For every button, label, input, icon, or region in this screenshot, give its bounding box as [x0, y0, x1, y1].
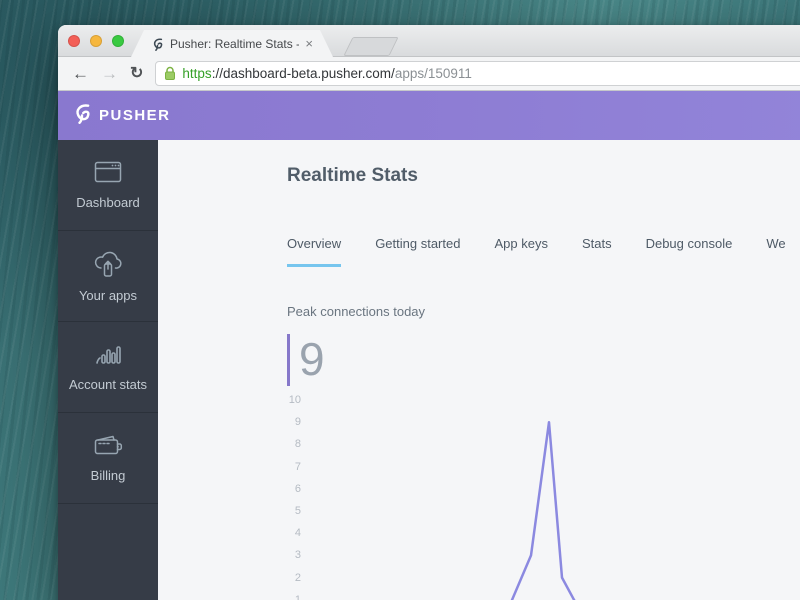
sidebar-item-account-stats[interactable]: Account stats — [58, 322, 158, 413]
close-window-button[interactable] — [68, 35, 80, 47]
pusher-logo-icon — [72, 102, 92, 129]
tab-debug-console[interactable]: Debug console — [646, 236, 733, 267]
y-tick-label: 8 — [295, 438, 301, 450]
browser-titlebar: Pusher: Realtime Stats - O × — [58, 25, 800, 57]
wallet-icon — [93, 433, 123, 457]
connections-chart: 10 9 8 7 6 5 4 3 2 1 — [287, 389, 800, 600]
y-tick-label: 3 — [295, 549, 301, 561]
accent-bar — [287, 334, 290, 386]
url-path: apps/150911 — [395, 66, 472, 81]
reload-button[interactable]: ↻ — [130, 66, 143, 82]
sidebar-item-billing[interactable]: Billing — [58, 413, 158, 504]
zoom-window-button[interactable] — [112, 35, 124, 47]
y-tick-label: 6 — [295, 483, 301, 495]
sidebar-item-label: Billing — [91, 468, 126, 483]
page-tabs: Overview Getting started App keys Stats … — [287, 236, 800, 267]
brand-name: PUSHER — [99, 107, 171, 124]
cloud-upload-icon — [92, 249, 124, 277]
y-tick-label: 5 — [295, 505, 301, 517]
url-domain: ://dashboard-beta.pusher.com/ — [212, 66, 395, 81]
address-bar[interactable]: https://dashboard-beta.pusher.com/apps/1… — [155, 61, 800, 86]
sidebar-item-dashboard[interactable]: Dashboard — [58, 140, 158, 231]
tab-webhooks-truncated[interactable]: We — [766, 236, 785, 267]
peak-connections-stat: 9 — [287, 334, 800, 386]
browser-tab[interactable]: Pusher: Realtime Stats - O × — [131, 30, 333, 57]
tab-overview[interactable]: Overview — [287, 236, 341, 267]
sidebar: Dashboard Your apps — [58, 140, 158, 600]
y-tick-label: 2 — [295, 572, 301, 584]
pusher-favicon-icon — [151, 37, 164, 51]
sidebar-item-label: Account stats — [69, 377, 147, 392]
y-tick-label: 10 — [289, 394, 301, 406]
tab-title: Pusher: Realtime Stats - O — [170, 37, 299, 51]
page-title: Realtime Stats — [287, 166, 800, 186]
url-scheme: https — [182, 66, 211, 81]
y-tick-label: 7 — [295, 461, 301, 473]
app-header: PUSHER — [58, 91, 800, 140]
back-button[interactable]: ← — [72, 65, 89, 82]
tab-app-keys[interactable]: App keys — [494, 236, 547, 267]
browser-toolbar: ← → ↻ https://dashboard-beta.pusher.com/… — [58, 57, 800, 91]
chart-y-axis: 10 9 8 7 6 5 4 3 2 1 — [287, 389, 301, 600]
main-content: Realtime Stats Overview Getting started … — [158, 140, 800, 600]
dashboard-window-icon — [94, 160, 122, 184]
url-text: https://dashboard-beta.pusher.com/apps/1… — [182, 66, 471, 81]
new-tab-button[interactable] — [343, 37, 398, 56]
peak-connections-label: Peak connections today — [287, 304, 800, 319]
sidebar-item-label: Dashboard — [76, 195, 140, 210]
peak-connections-value: 9 — [299, 334, 325, 386]
y-tick-label: 9 — [295, 416, 301, 428]
forward-button[interactable]: → — [101, 65, 118, 82]
minimize-window-button[interactable] — [90, 35, 102, 47]
sidebar-item-your-apps[interactable]: Your apps — [58, 231, 158, 322]
bar-chart-icon — [94, 342, 122, 366]
traffic-lights — [68, 35, 124, 47]
tab-getting-started[interactable]: Getting started — [375, 236, 460, 267]
lock-icon — [164, 66, 176, 81]
browser-window: Pusher: Realtime Stats - O × ← → ↻ https… — [58, 25, 800, 600]
chart-line-plot — [310, 389, 800, 600]
y-tick-label: 4 — [295, 527, 301, 539]
tab-stats[interactable]: Stats — [582, 236, 612, 267]
y-tick-label: 1 — [295, 594, 301, 600]
sidebar-item-label: Your apps — [79, 288, 137, 303]
desktop-background: Pusher: Realtime Stats - O × ← → ↻ https… — [0, 0, 800, 600]
tab-close-icon[interactable]: × — [305, 37, 313, 50]
connections-line — [505, 422, 586, 600]
pusher-logo[interactable]: PUSHER — [72, 102, 171, 129]
